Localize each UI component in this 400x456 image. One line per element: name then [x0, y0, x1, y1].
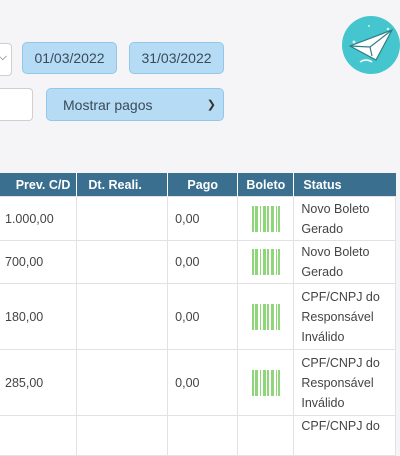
date-end-input[interactable]: 31/03/2022 — [129, 42, 224, 74]
table-header-row: Prev. C/D Dt. Reali. Pago Boleto Status — [0, 173, 396, 197]
status-line: Responsável — [301, 309, 374, 324]
column-header-dt-reali[interactable]: Dt. Reali. — [76, 173, 169, 197]
boleto-cell — [237, 415, 295, 456]
status-line: Inválido — [301, 395, 345, 410]
boleto-cell — [237, 196, 295, 241]
status-cell: Novo Boleto Gerado — [293, 240, 396, 284]
dt-reali-cell — [76, 415, 169, 456]
prev-cell: 700,00 — [0, 240, 78, 284]
pago-cell: 0,00 — [167, 349, 239, 416]
dt-reali-cell — [76, 240, 169, 284]
prev-cell: 1.000,00 — [0, 196, 78, 241]
filter-select-left[interactable]: ⌵ — [0, 43, 12, 76]
dt-reali-cell — [76, 196, 169, 241]
date-start-input[interactable]: 01/03/2022 — [22, 42, 117, 74]
pago-cell — [167, 415, 239, 456]
boleto-cell — [237, 240, 295, 284]
pago-cell: 0,00 — [167, 283, 239, 350]
status-line: Novo Boleto — [301, 201, 370, 216]
pago-cell: 0,00 — [167, 196, 239, 241]
status-line: Responsável — [301, 375, 374, 390]
status-cell: CPF/CNPJ do Responsável Inválido — [293, 349, 396, 416]
barcode-icon[interactable] — [251, 205, 280, 232]
status-line: CPF/CNPJ do — [301, 289, 380, 304]
status-filter-value: Mostrar pagos — [63, 97, 153, 113]
chevron-down-icon: ❯ — [206, 99, 216, 111]
pago-cell: 0,00 — [167, 240, 239, 284]
status-line: Novo Boleto — [301, 245, 370, 259]
boleto-cell — [237, 349, 295, 416]
column-header-pago[interactable]: Pago — [167, 173, 239, 197]
payments-table: Prev. C/D Dt. Reali. Pago Boleto Status … — [0, 173, 396, 456]
status-filter-select[interactable]: Mostrar pagos ❯ — [46, 88, 224, 121]
chevron-down-icon: ⌵ — [0, 51, 7, 63]
status-cell: CPF/CNPJ do — [293, 415, 396, 456]
barcode-icon[interactable] — [251, 369, 280, 396]
column-header-prev[interactable]: Prev. C/D — [0, 173, 78, 197]
table-row: 1.000,00 0,00 Novo Boleto Gerado — [0, 196, 396, 241]
column-header-boleto[interactable]: Boleto — [237, 173, 295, 197]
table-row: 285,00 0,00 CPF/CNPJ do Responsável Invá… — [0, 349, 396, 416]
paper-plane-logo-icon — [342, 16, 400, 74]
dt-reali-cell — [76, 349, 169, 416]
prev-cell: 180,00 — [0, 283, 78, 350]
status-line: CPF/CNPJ do — [301, 419, 380, 433]
status-line: Gerado — [301, 221, 344, 236]
status-line: Gerado — [301, 265, 344, 279]
table-row: 180,00 0,00 CPF/CNPJ do Responsável Invá… — [0, 283, 396, 350]
status-line: CPF/CNPJ do — [301, 355, 380, 370]
barcode-icon[interactable] — [251, 303, 280, 330]
prev-cell: 285,00 — [0, 349, 78, 416]
boleto-cell — [237, 283, 295, 350]
table-row: 700,00 0,00 Novo Boleto Gerado — [0, 240, 396, 284]
column-header-status[interactable]: Status — [293, 173, 396, 197]
status-line: Inválido — [301, 329, 345, 344]
barcode-icon[interactable] — [251, 249, 280, 275]
dt-reali-cell — [76, 283, 169, 350]
status-cell: CPF/CNPJ do Responsável Inválido — [293, 283, 396, 350]
text-input-left[interactable] — [0, 88, 33, 121]
prev-cell — [0, 415, 78, 456]
table-row: CPF/CNPJ do — [0, 415, 396, 456]
status-cell: Novo Boleto Gerado — [293, 196, 396, 241]
